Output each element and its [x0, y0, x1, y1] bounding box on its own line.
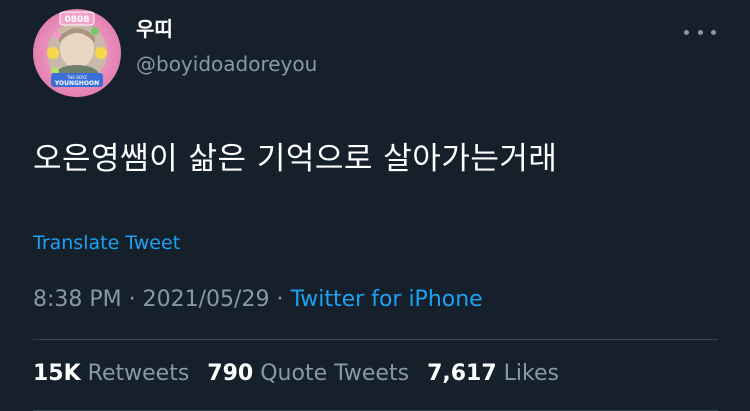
- author-display-name[interactable]: 우띠: [136, 17, 173, 41]
- avatar-caption-bottom: YOUNGHOON: [54, 80, 99, 87]
- likes-stat[interactable]: 7,617 Likes: [427, 359, 559, 389]
- translate-tweet-link[interactable]: Translate Tweet: [33, 231, 180, 255]
- tweet-text: 오은영쌤이 삶은 기억으로 살아가는거래: [33, 141, 558, 177]
- tweet-stats: 15K Retweets 790 Quote Tweets 7,617 Like…: [33, 359, 577, 389]
- retweets-label: Retweets: [87, 361, 190, 386]
- tweet-time[interactable]: 8:38 PM: [33, 287, 122, 312]
- divider: [33, 339, 718, 340]
- likes-count: 7,617: [427, 361, 497, 386]
- retweets-stat[interactable]: 15K Retweets: [33, 359, 189, 389]
- quote-tweets-stat[interactable]: 790 Quote Tweets: [207, 359, 409, 389]
- tweet-source-link[interactable]: Twitter for iPhone: [290, 287, 482, 312]
- meta-separator: ·: [128, 287, 136, 312]
- avatar[interactable]: 0808 THE BOYZ YOUNGHOON: [33, 9, 121, 97]
- avatar-image: 0808 THE BOYZ YOUNGHOON: [47, 11, 107, 87]
- tweet-detail: 0808 THE BOYZ YOUNGHOON 우띠 @boyidoadorey…: [0, 0, 750, 411]
- more-horizontal-icon-dot: [697, 29, 703, 35]
- likes-label: Likes: [503, 361, 559, 386]
- quote-tweets-count: 790: [207, 361, 254, 386]
- author-handle[interactable]: @boyidoadoreyou: [136, 50, 317, 78]
- tweet-date[interactable]: 2021/05/29: [143, 287, 270, 312]
- more-horizontal-icon: [684, 29, 689, 35]
- tweet-metadata: 8:38 PM · 2021/05/29 · Twitter for iPhon…: [33, 285, 483, 315]
- more-options-button[interactable]: [684, 22, 716, 42]
- more-horizontal-icon-dot: [711, 29, 716, 35]
- retweets-count: 15K: [33, 361, 81, 386]
- quote-tweets-label: Quote Tweets: [260, 361, 410, 386]
- meta-separator: ·: [276, 287, 284, 312]
- avatar-badge-text: 0808: [64, 15, 89, 25]
